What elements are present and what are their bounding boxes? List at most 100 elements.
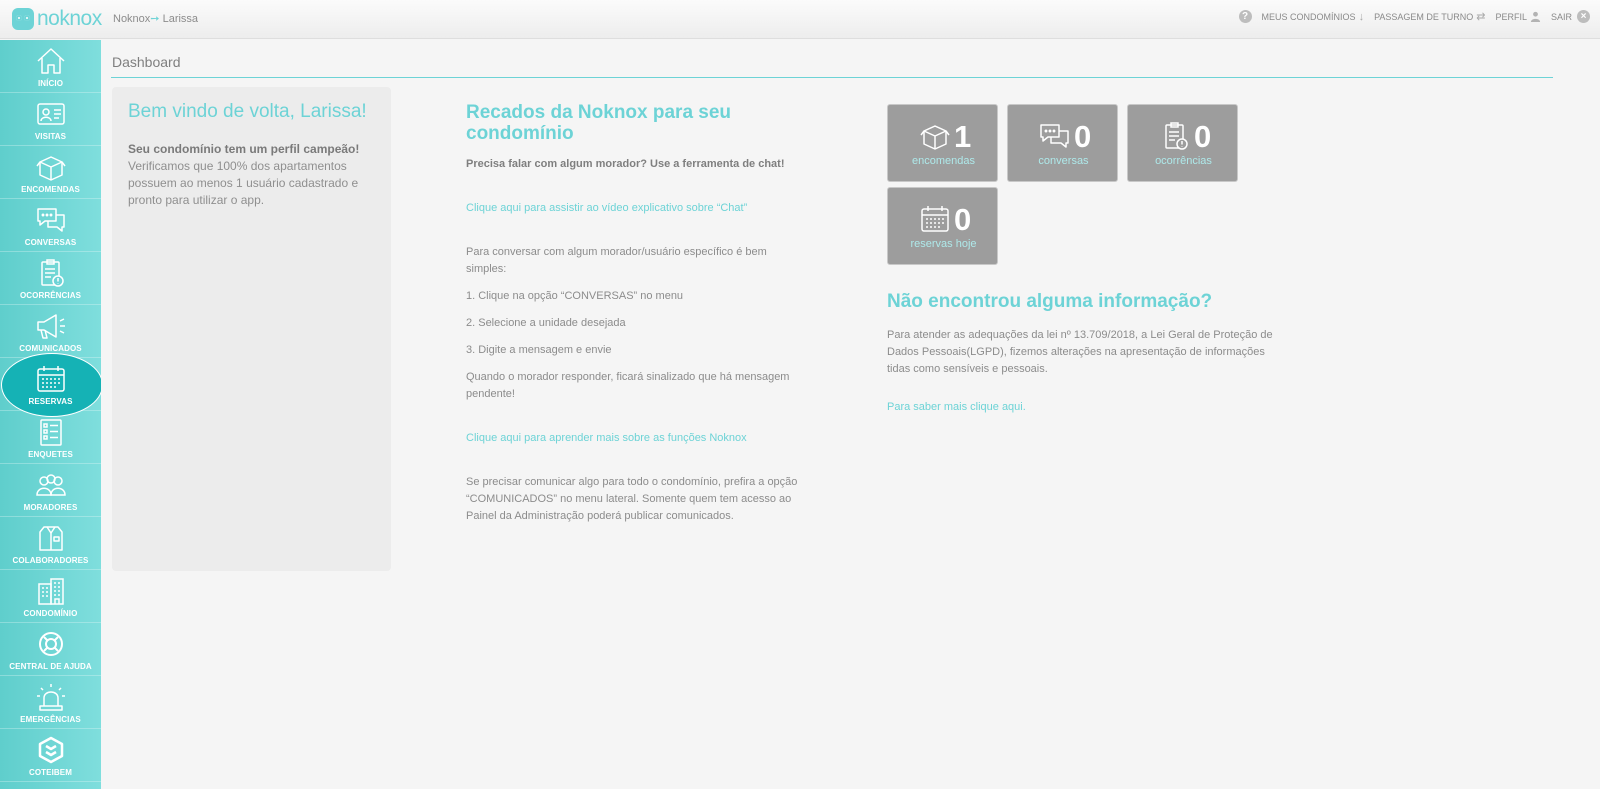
chat-icon <box>1040 124 1069 148</box>
sidebar-item-label: CONDOMÍNIO <box>23 609 78 618</box>
sidebar-item-label: CONVERSAS <box>24 238 77 247</box>
calendar-icon <box>36 366 65 392</box>
sidebar-item-colaboradores[interactable]: COLABORADORES <box>0 517 101 570</box>
passagem-de-turno-label: PASSAGEM DE TURNO <box>1374 11 1474 22</box>
stat-tile-reservas-hoje[interactable]: 0 reservas hoje <box>887 187 998 265</box>
sidebar-item-moradores[interactable]: MORADORES <box>0 464 101 517</box>
messages-step-2: 2. Selecione a unidade desejada <box>466 317 626 329</box>
passagem-de-turno-button[interactable]: PASSAGEM DE TURNO ⇄ <box>1374 10 1485 23</box>
package-icon <box>35 156 66 181</box>
meus-condominios-menu[interactable]: MEUS CONDOMÍNIOS ↓ <box>1262 11 1365 23</box>
welcome-body: Verificamos que 100% dos apartamentos po… <box>128 159 359 207</box>
stat-tile-encomendas[interactable]: 1 encomendas <box>887 104 998 182</box>
sidebar-item-ocorrencias[interactable]: OCORRÊNCIAS <box>0 252 101 305</box>
arrow-down-icon: ↓ <box>1358 10 1365 23</box>
question-circle-icon: ? <box>1238 10 1252 23</box>
sidebar-item-label: COMUNICADOS <box>19 344 82 353</box>
stat-tile-ocorrencias[interactable]: 0 ocorrências <box>1127 104 1238 182</box>
messages-step-1: 1. Clique na opção “CONVERSAS” no menu <box>466 290 684 302</box>
breadcrumb-arrow-icon: ➙ <box>150 13 160 25</box>
sidebar-item-enquetes[interactable]: ENQUETES <box>0 411 101 464</box>
stat-label: conversas <box>1038 155 1089 167</box>
lgpd-info-body: Para atender as adequações da lei nº 13.… <box>887 329 1273 375</box>
lgpd-info-title: Não encontrou alguma informação? <box>887 291 1213 312</box>
welcome-title: Bem vindo de volta, Larissa! <box>128 101 367 122</box>
sidebar-item-label: OCORRÊNCIAS <box>19 291 82 300</box>
noknox-logo[interactable]: noknox <box>12 6 102 32</box>
welcome-panel: Bem vindo de volta, Larissa! Seu condomí… <box>112 87 391 571</box>
top-bar: noknox Noknox➙ Larissa ? MEUS CONDOMÍNIO… <box>0 0 1600 39</box>
logo-text: noknox <box>37 7 102 30</box>
staff-icon <box>38 526 63 551</box>
help-button[interactable]: ? <box>1238 10 1252 23</box>
sidebar-item-condominio[interactable]: CONDOMÍNIO <box>0 570 101 623</box>
owl-logo-icon <box>12 8 34 30</box>
id-card-icon <box>36 103 65 125</box>
stat-tile-conversas[interactable]: 0 conversas <box>1007 104 1118 182</box>
messages-step-3: 3. Digite a mensagem e envie <box>466 344 612 356</box>
checklist-icon <box>39 419 62 446</box>
sidebar-item-central-de-ajuda[interactable]: CENTRAL DE AJUDA <box>0 623 101 676</box>
messages-para-2: Quando o morador responder, ficará sinal… <box>466 371 790 400</box>
home-icon <box>36 48 65 74</box>
lgpd-info-link[interactable]: Para saber mais clique aqui. <box>887 401 1026 413</box>
sidebar-item-label: COLABORADORES <box>12 556 89 565</box>
stat-label: encomendas <box>912 155 975 167</box>
meus-condominios-label: MEUS CONDOMÍNIOS <box>1261 11 1356 22</box>
sidebar-item-reservas[interactable]: RESERVAS <box>0 353 101 417</box>
calendar-icon <box>921 206 949 232</box>
title-divider <box>111 77 1553 78</box>
sidebar-item-encomendas[interactable]: ENCOMENDAS <box>0 146 101 199</box>
stat-label: reservas hoje <box>910 238 977 250</box>
residents-icon <box>35 474 66 496</box>
stat-label: ocorrências <box>1155 155 1212 167</box>
sidebar-item-label: VISITAS <box>34 132 67 141</box>
stat-value: 1 <box>954 119 972 154</box>
building-icon <box>37 578 64 605</box>
sidebar-item-label: CENTRAL DE AJUDA <box>9 662 92 671</box>
page-title: Dashboard <box>112 54 181 70</box>
swap-arrows-icon: ⇄ <box>1476 11 1486 23</box>
messages-para-1: Para conversar com algum morador/usuário… <box>466 246 767 275</box>
sidebar-item-label: ENQUETES <box>28 450 73 459</box>
sair-label: SAIR <box>1550 11 1572 22</box>
package-icon <box>920 125 950 150</box>
coteibem-icon <box>38 736 63 764</box>
top-nav: ? MEUS CONDOMÍNIOS ↓ PASSAGEM DE TURNO ⇄… <box>1229 10 1590 23</box>
sair-button[interactable]: SAIR × <box>1551 10 1590 23</box>
siren-icon <box>36 684 65 711</box>
breadcrumb-current: Larissa <box>162 13 199 25</box>
sidebar-item-label: RESERVAS <box>28 397 73 406</box>
messages-para-3: Se precisar comunicar algo para todo o c… <box>466 476 798 522</box>
sidebar-item-comunicados[interactable]: COMUNICADOS <box>0 305 101 358</box>
sidebar-item-label: MORADORES <box>23 503 78 512</box>
breadcrumb: Noknox➙ Larissa <box>113 12 198 25</box>
stat-value: 0 <box>954 202 972 237</box>
messages-section: Recados da Noknox para seu condomínio Pr… <box>466 102 806 525</box>
stat-value: 0 <box>1194 119 1212 154</box>
user-icon <box>1530 11 1541 22</box>
welcome-subtitle: Seu condomínio tem um perfil campeão! <box>128 142 360 156</box>
sidebar-item-visitas[interactable]: VISITAS <box>0 93 101 146</box>
sidebar-item-label: ENCOMENDAS <box>21 185 80 194</box>
sidebar-item-label: COTEIBEM <box>28 768 73 777</box>
sidebar-item-coteibem[interactable]: COTEIBEM <box>0 729 101 782</box>
sidebar-item-emergencias[interactable]: EMERGÊNCIAS <box>0 676 101 729</box>
sidebar-item-inicio[interactable]: INÍCIO <box>0 40 101 93</box>
chat-icon <box>36 208 65 232</box>
perfil-label: PERFIL <box>1495 11 1527 22</box>
messages-title: Recados da Noknox para seu condomínio <box>466 102 732 144</box>
megaphone-icon <box>36 314 65 339</box>
lifebuoy-icon <box>38 632 63 656</box>
perfil-button[interactable]: PERFIL <box>1495 11 1541 22</box>
learn-more-link[interactable]: Clique aqui para aprender mais sobre as … <box>466 432 747 444</box>
breadcrumb-root[interactable]: Noknox <box>113 13 150 25</box>
close-circle-icon: × <box>1577 10 1590 23</box>
sidebar-item-conversas[interactable]: CONVERSAS <box>0 199 101 252</box>
clipboard-alert-icon <box>40 259 64 287</box>
sidebar-item-label: EMERGÊNCIAS <box>20 715 81 724</box>
stat-value: 0 <box>1074 119 1092 154</box>
sidebar-item-label: INÍCIO <box>37 79 64 88</box>
lgpd-info-section: Não encontrou alguma informação? Para at… <box>887 291 1287 415</box>
chat-video-link[interactable]: Clique aqui para assistir ao vídeo expli… <box>466 202 747 214</box>
